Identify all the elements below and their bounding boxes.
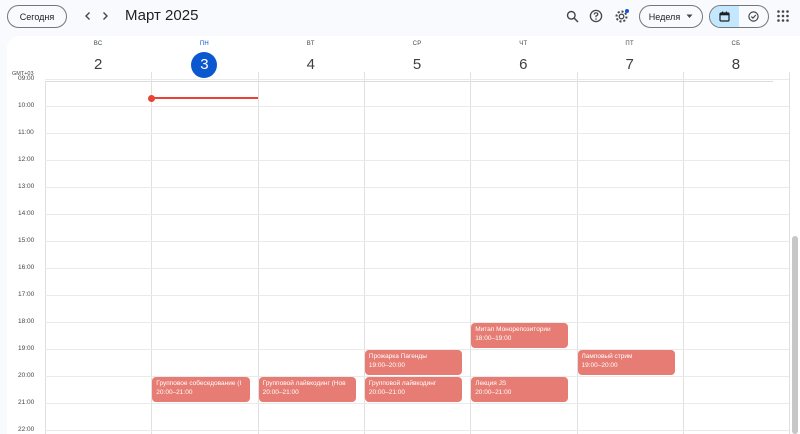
hour-gridline (45, 429, 790, 431)
day-header[interactable]: ПТ 7 (577, 36, 683, 81)
event-title: Лекция JS (475, 379, 507, 387)
day-of-week: ПТ (625, 41, 634, 47)
event-title: Прожарка Пагенды (368, 352, 427, 360)
scrollbar[interactable] (792, 236, 798, 434)
apps-grid-icon[interactable] (776, 9, 790, 23)
day-header[interactable]: ПН 3 (151, 36, 257, 81)
day-header[interactable]: СР 5 (364, 36, 470, 81)
hour-gridline (45, 267, 790, 269)
hour-gridline (45, 132, 790, 134)
event-time: 20:00–21:00 (368, 388, 406, 396)
view-select-label: Неделя (648, 11, 681, 22)
column-divider (45, 82, 46, 434)
settings-gear-icon[interactable] (611, 6, 631, 26)
calendar-event[interactable]: Митап Монорепозитории 18:00–19:00 (471, 322, 569, 348)
event-time: 20:00–21:00 (156, 388, 193, 396)
help-icon[interactable] (586, 6, 606, 26)
day-header[interactable]: ВТ 4 (258, 36, 364, 81)
event-time: 19:00–20:00 (581, 361, 618, 369)
hour-label: 21:00 (18, 398, 35, 406)
hour-label: 14:00 (18, 209, 35, 217)
view-select[interactable]: Неделя (639, 5, 703, 28)
app-toggle (709, 5, 769, 28)
caret-down-icon (686, 14, 693, 18)
tasks-check-icon[interactable] (739, 6, 768, 27)
day-number[interactable]: 2 (85, 52, 111, 78)
calendar-event[interactable]: Лекция JS 20:00–21:00 (471, 376, 569, 402)
day-number[interactable]: 4 (298, 52, 324, 78)
column-divider (576, 72, 578, 434)
current-time-dot (148, 95, 156, 102)
today-button[interactable]: Сегодня (7, 5, 67, 28)
day-of-week: СР (412, 41, 422, 47)
hour-gridline (45, 213, 790, 215)
hour-label: 18:00 (18, 317, 35, 325)
calendar-event[interactable]: Ламповый стрим 19:00–20:00 (577, 349, 675, 375)
page-title: Март 2025 (125, 7, 199, 24)
search-icon[interactable] (562, 6, 582, 26)
calendar-view-icon[interactable] (710, 6, 739, 27)
hour-label: 09:00 (18, 74, 35, 82)
day-of-week: ПН (199, 41, 210, 47)
current-time-line (151, 97, 258, 99)
hour-label: 13:00 (18, 182, 35, 190)
hour-gridline (45, 240, 790, 242)
hour-label: 15:00 (18, 236, 35, 244)
hour-label: 16:00 (18, 263, 35, 271)
hour-gridline (45, 105, 790, 107)
column-divider (789, 72, 791, 434)
day-number[interactable]: 6 (510, 52, 536, 78)
hour-gridline (45, 321, 790, 323)
hour-label: 11:00 (18, 128, 34, 136)
hour-gridline (45, 186, 790, 188)
day-header[interactable]: СБ 8 (683, 36, 789, 81)
event-title: Ламповый стрим (581, 352, 633, 360)
hour-gridline (45, 294, 790, 296)
chevron-left-icon[interactable] (79, 6, 97, 26)
hour-label: 17:00 (18, 290, 35, 298)
hour-label: 19:00 (18, 344, 35, 352)
day-number[interactable]: 5 (404, 52, 430, 78)
hour-label: 22:00 (18, 425, 35, 433)
hour-label: 20:00 (18, 371, 35, 379)
calendar-event[interactable]: Групповой лайвкодинг 20:00–21:00 (364, 376, 463, 402)
calendar-event[interactable]: Групповой лайвкодинг (Нов 20:00–21:00 (258, 376, 356, 402)
event-time: 20:00–21:00 (262, 388, 299, 396)
calendar-event[interactable]: Групповое собеседование (I 20:00–21:00 (152, 376, 250, 402)
column-divider (682, 72, 684, 434)
event-time: 19:00–20:00 (368, 361, 406, 369)
calendar-event[interactable]: Прожарка Пагенды 19:00–20:00 (364, 349, 463, 375)
hour-gridline (45, 402, 790, 404)
event-time: 20:00–21:00 (475, 388, 512, 396)
day-header[interactable]: ЧТ 6 (470, 36, 576, 81)
event-title: Групповой лайвкодинг (368, 379, 437, 387)
day-of-week: СБ (731, 41, 741, 47)
day-of-week: ЧТ (519, 41, 528, 47)
day-number[interactable]: 3 (191, 52, 218, 78)
day-number[interactable]: 7 (617, 52, 643, 78)
event-time: 18:00–19:00 (475, 334, 512, 342)
hour-gridline (45, 159, 790, 161)
header-divider (45, 81, 773, 82)
week-grid: GMT+03 ВС 2 ПН 3 ВТ 4 СР 5 ЧТ 6 ПТ 7 СБ 8 09:00 10:00 11… (7, 36, 800, 434)
day-header[interactable]: ВС 2 (45, 36, 151, 81)
event-title: Групповой лайвкодинг (Нов (262, 379, 346, 387)
event-title: Митап Монорепозитории (475, 325, 551, 333)
event-title: Групповое собеседование (I (156, 379, 242, 387)
hour-gridline (45, 78, 790, 80)
day-of-week: ВТ (306, 41, 315, 47)
day-of-week: ВС (93, 41, 103, 47)
chevron-right-icon[interactable] (96, 6, 114, 26)
hour-label: 12:00 (18, 155, 35, 163)
hour-label: 10:00 (18, 101, 35, 109)
top-bar: Сегодня Март 2025 Неделя (0, 0, 800, 34)
day-number[interactable]: 8 (723, 52, 749, 78)
